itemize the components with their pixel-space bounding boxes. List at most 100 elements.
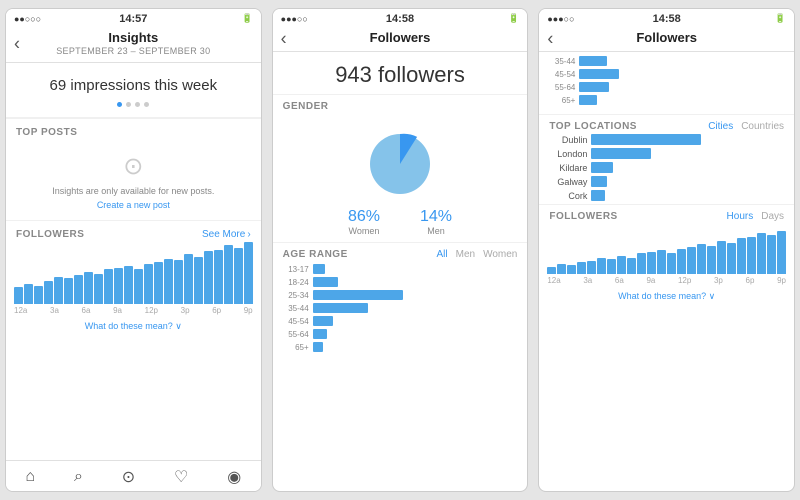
- bar: [174, 260, 183, 303]
- age-bar-top: [579, 56, 607, 66]
- followers-title-2: Followers: [281, 30, 520, 45]
- what-mean-1[interactable]: What do these mean? ∨: [6, 317, 261, 336]
- bar: [737, 238, 746, 274]
- age-bar: [313, 329, 327, 339]
- location-bar: [591, 134, 701, 145]
- dot-3: [135, 102, 140, 107]
- bar: [124, 266, 133, 304]
- followers-hours-section: FOLLOWERS Hours Days 12a3a6a9a12p3p6p9p …: [539, 204, 794, 306]
- men-label: Men: [420, 226, 452, 236]
- location-bar: [591, 190, 605, 201]
- chart-label: 12a: [547, 276, 560, 285]
- location-label: Galway: [549, 177, 587, 187]
- age-bar-row-top: 35-44: [549, 56, 784, 66]
- status-bar-1: ●●○○○ 14:57 🔋: [6, 9, 261, 26]
- heart-icon[interactable]: ♡: [174, 467, 188, 487]
- dot-4: [144, 102, 149, 107]
- age-tab-men[interactable]: Men: [456, 249, 475, 260]
- insights-title: Insights: [14, 30, 253, 45]
- chart-label: 3p: [714, 276, 723, 285]
- gender-legend: 86% Women 14% Men: [283, 208, 518, 236]
- location-bar: [591, 148, 651, 159]
- age-bar-top: [579, 69, 619, 79]
- impressions-text: 69 impressions this week: [14, 77, 253, 94]
- top-locations-header: TOP LOCATIONS Cities Countries: [539, 115, 794, 134]
- location-tab-countries[interactable]: Countries: [741, 121, 784, 132]
- status-time-2: 14:58: [386, 13, 414, 25]
- screen-followers-1: ●●●○○ 14:58 🔋 ‹ Followers 943 followers …: [272, 8, 529, 492]
- bar: [647, 252, 656, 275]
- location-bars: DublinLondonKildareGalwayCork: [539, 134, 794, 201]
- bar: [94, 274, 103, 304]
- chart-label: 6a: [82, 306, 91, 315]
- see-more-button[interactable]: See More ›: [202, 229, 251, 240]
- bar: [677, 249, 686, 275]
- age-tab-women[interactable]: Women: [483, 249, 517, 260]
- hours-tab-days[interactable]: Days: [761, 211, 784, 222]
- followers-content: 943 followers GENDER 86% Women: [273, 52, 528, 491]
- chart-label: 12p: [145, 306, 158, 315]
- hours-tabs: Hours Days: [727, 211, 784, 222]
- bar: [54, 277, 63, 304]
- create-new-post-link[interactable]: Create a new post: [97, 200, 170, 210]
- back-button-1[interactable]: ‹: [14, 34, 20, 55]
- age-tab-all[interactable]: All: [436, 249, 447, 260]
- bar: [84, 272, 93, 304]
- age-bar-row: 35-44: [283, 303, 518, 313]
- back-button-2[interactable]: ‹: [281, 28, 287, 49]
- location-label: Kildare: [549, 163, 587, 173]
- bar: [74, 275, 83, 304]
- bar: [607, 259, 616, 274]
- nav-header-2: ‹ Followers: [273, 26, 528, 52]
- camera-icon: ⊙: [123, 152, 143, 181]
- women-pct: 86%: [348, 208, 380, 226]
- hours-tab-hours[interactable]: Hours: [727, 211, 754, 222]
- age-top-section: 35-4445-5455-6465+: [539, 52, 794, 115]
- bar: [587, 261, 596, 275]
- impressions-box: 69 impressions this week: [6, 63, 261, 118]
- bar: [244, 242, 253, 303]
- location-label: London: [549, 149, 587, 159]
- followers-title-3: Followers: [547, 30, 786, 45]
- bar: [767, 235, 776, 274]
- age-range-label: 45-54: [283, 317, 309, 326]
- followers-bar-chart-3: [539, 224, 794, 274]
- age-range-label: 45-54: [549, 70, 575, 79]
- men-pct: 14%: [420, 208, 452, 226]
- what-mean-3[interactable]: What do these mean? ∨: [539, 287, 794, 306]
- location-bar-row: Cork: [539, 190, 794, 201]
- camera-nav-icon[interactable]: ⊙: [122, 467, 135, 487]
- bar: [717, 241, 726, 274]
- followers-label-3: FOLLOWERS: [549, 211, 617, 222]
- followers-count: 943 followers: [273, 52, 528, 94]
- age-bar: [313, 277, 338, 287]
- bar: [204, 251, 213, 303]
- profile-icon[interactable]: ◉: [227, 467, 241, 487]
- screen-insights: ●●○○○ 14:57 🔋 ‹ Insights September 23 – …: [5, 8, 262, 492]
- bar: [617, 256, 626, 274]
- gender-pie-chart: [360, 124, 440, 204]
- bar: [154, 262, 163, 303]
- top-locations-section: TOP LOCATIONS Cities Countries DublinLon…: [539, 115, 794, 204]
- age-bar-row: 18-24: [283, 277, 518, 287]
- search-icon[interactable]: ⌕: [74, 468, 83, 486]
- bar: [134, 269, 143, 303]
- back-button-3[interactable]: ‹: [547, 28, 553, 49]
- age-range-label: 35-44: [283, 304, 309, 313]
- bar: [577, 262, 586, 274]
- bar: [24, 284, 33, 304]
- insights-content: 69 impressions this week TOP POSTS ⊙ Ins…: [6, 63, 261, 460]
- age-bar: [313, 303, 368, 313]
- home-icon[interactable]: ⌂: [25, 468, 35, 486]
- bar: [164, 259, 173, 304]
- bar: [637, 253, 646, 274]
- age-bar: [313, 290, 403, 300]
- chart-label: 12a: [14, 306, 27, 315]
- chart-label: 6p: [212, 306, 221, 315]
- location-tab-cities[interactable]: Cities: [708, 121, 733, 132]
- bar: [14, 287, 23, 303]
- age-bar-top: [579, 95, 597, 105]
- bar: [114, 268, 123, 304]
- dot-2: [126, 102, 131, 107]
- chart-label: 3a: [583, 276, 592, 285]
